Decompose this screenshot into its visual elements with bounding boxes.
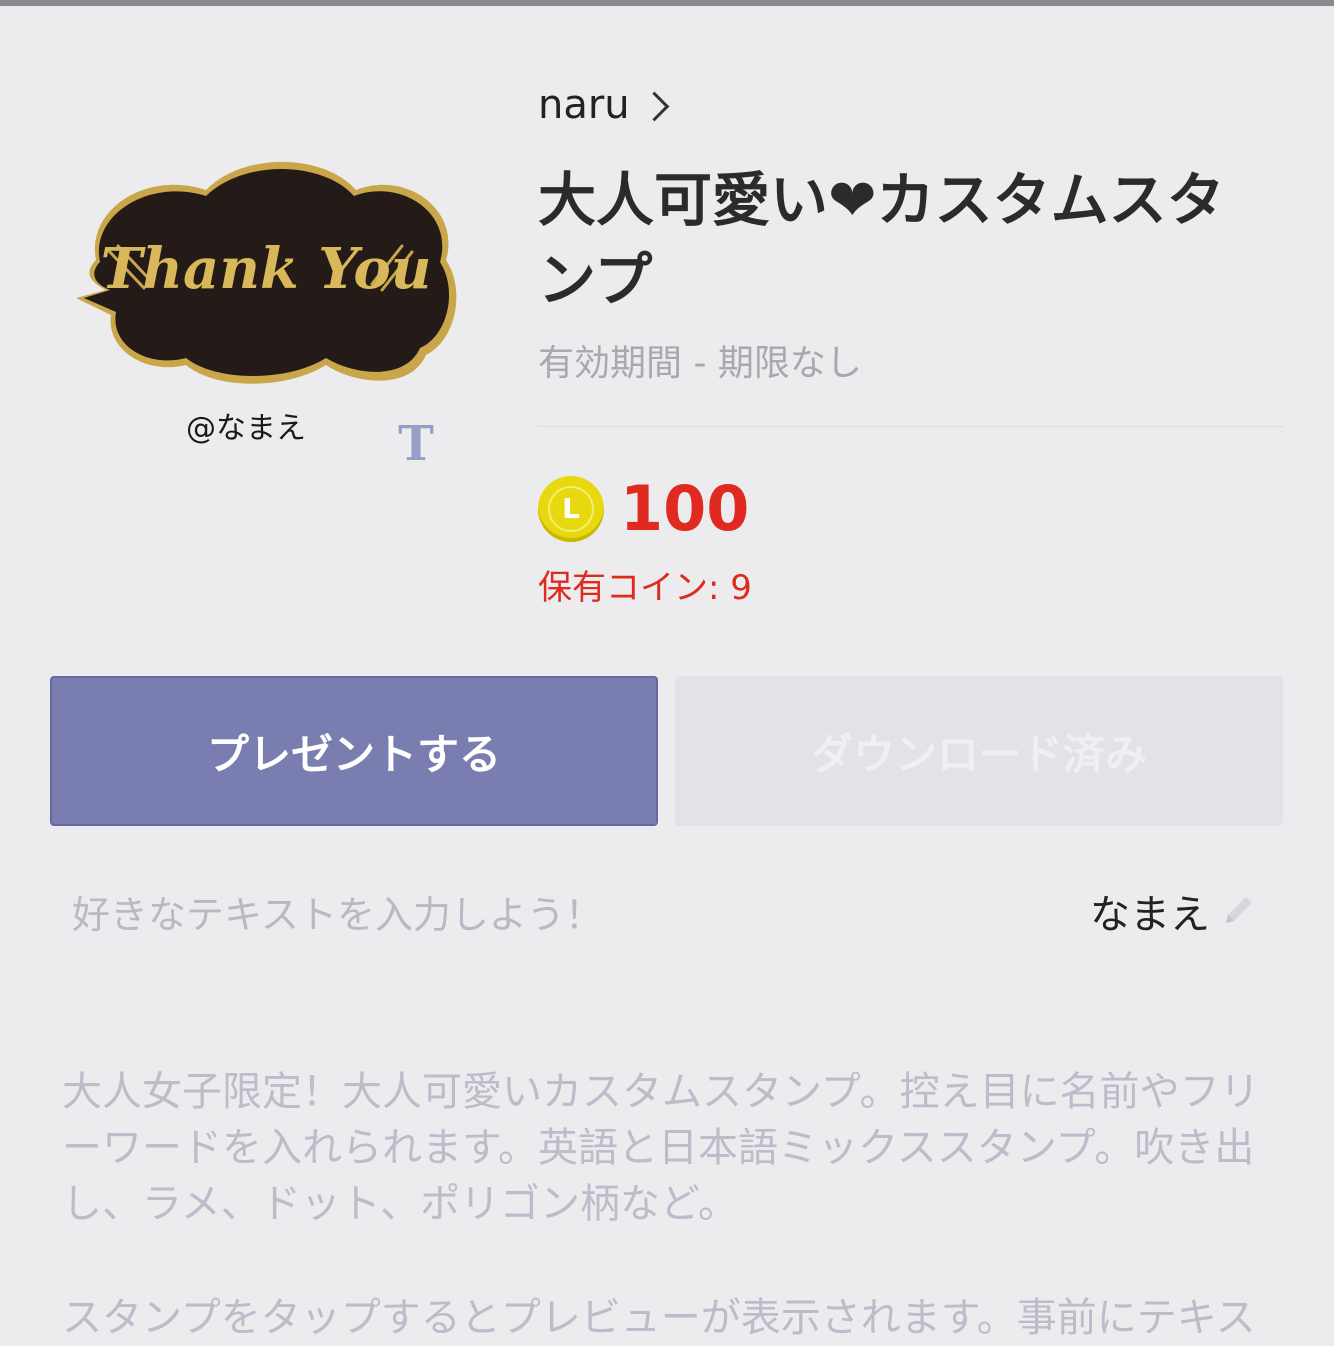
sticker-name-tag: @なまえ <box>186 411 306 446</box>
coin-letter: L <box>548 485 594 532</box>
sticker-title: 大人可愛い❤カスタムスタンプ <box>538 166 1225 314</box>
sticker-main-text: Thank You <box>101 236 432 302</box>
present-button[interactable]: プレゼントする <box>50 676 658 826</box>
chevron-right-icon <box>639 91 670 121</box>
author-name: naru <box>538 82 630 128</box>
custom-text-value: なまえ <box>1090 892 1210 938</box>
price-row: L 100 <box>538 472 749 545</box>
sticker-preview-image[interactable]: Thank You @なまえ T <box>66 150 466 480</box>
validity-period: 有効期間 - 期限なし <box>538 343 862 384</box>
owned-coins: 保有コイン: 9 <box>538 568 752 608</box>
top-border <box>0 0 1334 6</box>
divider <box>538 426 1283 427</box>
downloaded-button: ダウンロード済み <box>675 676 1283 826</box>
line-coin-icon: L <box>538 475 604 542</box>
custom-text-badge-icon: T <box>398 416 434 472</box>
pencil-icon[interactable] <box>1218 891 1258 931</box>
author-link[interactable]: naru <box>538 82 670 128</box>
custom-text-hint: 好きなテキストを入力しよう！ <box>72 893 603 937</box>
price-amount: 100 <box>620 472 750 545</box>
description-paragraph-2: スタンプをタップするとプレビューが表示されます。事前にテキス <box>62 1295 1256 1341</box>
custom-text-edit[interactable]: なまえ <box>1090 882 1258 940</box>
thank-you-sticker-graphic: Thank You @なまえ T <box>76 161 457 472</box>
description-paragraph-1: 大人女子限定！大人可愛いカスタムスタンプ。控え目に名前やフリーワードを入れられま… <box>62 1069 1260 1227</box>
